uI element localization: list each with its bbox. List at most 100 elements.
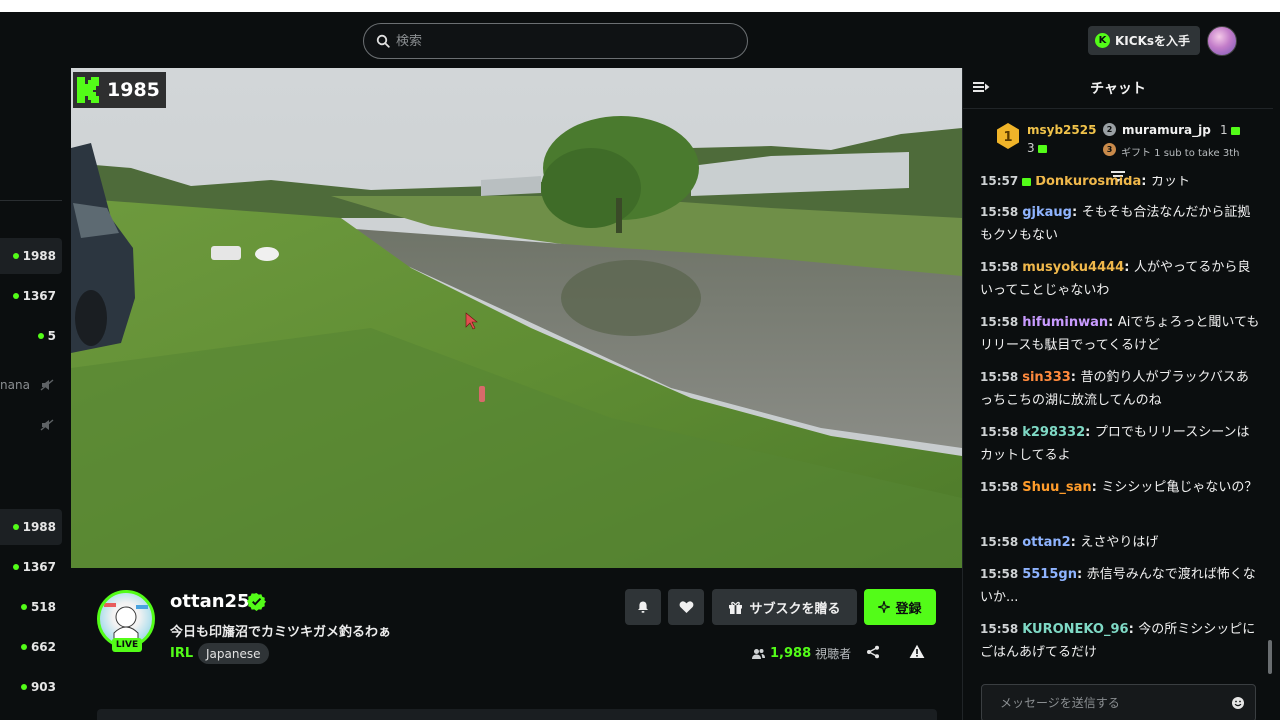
video-player[interactable]: 1985 [71, 68, 962, 568]
sidebar-channel[interactable]: 1367 [0, 278, 62, 314]
chat-message: 15:58 5515gn: 赤信号みんなで渡れば怖くないか... [980, 567, 1256, 605]
language-tag[interactable]: Japanese [198, 643, 269, 664]
verified-icon [247, 592, 266, 611]
follow-button[interactable] [668, 589, 704, 625]
chat-message: 15:58 gjkaug: そもそも合法なんだから証拠もクソもない [980, 205, 1251, 243]
search-input[interactable] [396, 33, 716, 49]
sidebar-viewer-count: 1988 [22, 249, 56, 263]
streamer-name[interactable]: ottan25 [170, 591, 250, 612]
sidebar-channel[interactable]: 1988 [0, 509, 62, 545]
sidebar-viewer-count: 1988 [22, 520, 56, 534]
chat-message-user[interactable]: musyoku4444 [1022, 260, 1124, 275]
browser-top-strip [0, 0, 1280, 12]
sidebar-channel[interactable]: 1988 [0, 238, 62, 274]
chat-message-user[interactable]: sin333 [1022, 370, 1071, 385]
bell-icon [638, 601, 648, 613]
sidebar-channel[interactable]: 5 [0, 318, 62, 354]
chat-message-user[interactable]: Shuu_san [1022, 480, 1091, 495]
chat-scrollbar[interactable] [1268, 640, 1272, 674]
leaderboard-second-count: 1 [1220, 123, 1240, 137]
search-bar[interactable] [363, 23, 748, 59]
collapse-chat-icon[interactable] [973, 80, 990, 94]
chat-message-partial: 15:57 Donkurosmida: カット [980, 176, 1190, 189]
leaderboard-first-count: 3 [1027, 141, 1047, 155]
leaderboard-third-text[interactable]: ギフト 1 sub to take 3th [1121, 144, 1239, 159]
chat-panel: チャット 1 msyb2525 3 2 muramura_jp 1 3 ギフト … [962, 68, 1273, 720]
sidebar-channel[interactable]: 903 [0, 669, 62, 705]
sidebar-channel[interactable]: 518 [0, 589, 62, 625]
chat-message-user[interactable]: 5515gn [1022, 567, 1077, 582]
live-dot-icon [20, 604, 27, 610]
category-link[interactable]: IRL [170, 646, 193, 661]
notification-button[interactable] [625, 589, 661, 625]
chat-message-time: 15:58 [980, 315, 1019, 329]
sidebar-truncated-name: nana [0, 378, 30, 392]
svg-text:1: 1 [1003, 130, 1012, 145]
gift-mini-icon [1037, 144, 1047, 153]
live-dot-icon [12, 253, 19, 259]
sidebar-viewer-count: 1367 [22, 560, 56, 574]
stream-overlay-count: 1985 [107, 79, 160, 101]
stream-title: 今日も印旛沼でカミツキガメ釣るわぁ [170, 625, 392, 640]
chat-message-time: 15:58 [980, 622, 1019, 636]
heart-icon [679, 601, 693, 613]
muted-icon[interactable] [40, 379, 54, 391]
search-icon [376, 34, 390, 48]
sidebar-divider [0, 200, 62, 201]
chat-input-box[interactable] [981, 684, 1256, 720]
kick-logo-icon [77, 77, 99, 103]
rank-two-icon: 2 [1103, 123, 1116, 136]
live-dot-icon [12, 524, 19, 530]
emoji-icon[interactable] [1231, 696, 1245, 710]
sidebar-channel[interactable]: 1367 [0, 549, 62, 585]
chat-message-text: 昔の釣り人がブラックバスあっちこちの湖に放流してんのね [980, 370, 1249, 408]
chat-header: チャット [963, 68, 1273, 109]
chat-message-user[interactable]: KURONEKO_96 [1022, 622, 1128, 637]
chat-message-text: プロでもリリースシーンはカットしてるよ [980, 425, 1250, 463]
leaderboard-second-name[interactable]: muramura_jp [1122, 123, 1211, 137]
chat-message-user[interactable]: ottan2 [1022, 535, 1070, 550]
live-dot-icon [12, 564, 19, 570]
subscribe-button[interactable]: 登録 [864, 589, 936, 625]
chat-message-user[interactable]: gjkaug [1022, 205, 1072, 220]
gift-icon [729, 601, 743, 614]
chat-message-text: そもそも合法なんだから証拠もクソもない [980, 205, 1251, 243]
chat-message-time: 15:58 [980, 425, 1019, 439]
viewer-count: 1,988 視聴者 [752, 645, 851, 662]
chat-message: 15:58 KURONEKO_96: 今の所ミシシッピにごはんあげてるだけ [980, 622, 1256, 660]
get-kicks-label: KICKsを入手 [1115, 34, 1191, 48]
leaderboard-first-name[interactable]: msyb2525 [1027, 123, 1096, 137]
muted-icon[interactable] [40, 419, 54, 431]
chat-message-time: 15:58 [980, 535, 1019, 549]
chat-message: 15:58 musyoku4444: 人がやってるから良いってことじゃないわ [980, 260, 1251, 298]
gift-sub-label: サブスクを贈る [749, 601, 841, 617]
chat-message-input[interactable] [1000, 696, 1231, 710]
users-icon [752, 648, 765, 659]
live-dot-icon [37, 333, 44, 339]
stream-overlay-badge: 1985 [73, 72, 166, 108]
badge-icon [1022, 177, 1032, 186]
video-frame [71, 68, 962, 568]
live-dot-icon [20, 644, 27, 650]
chat-message-text: えさやりはげ [1080, 535, 1159, 550]
chat-message: 15:58 k298332: プロでもリリースシーンはカットしてるよ [980, 425, 1250, 463]
get-kicks-button[interactable]: K KICKsを入手 [1088, 26, 1200, 55]
user-avatar[interactable] [1207, 26, 1237, 56]
chat-message-user[interactable]: k298332 [1022, 425, 1085, 440]
viewer-count-number: 1,988 [770, 646, 812, 661]
chat-message-user[interactable]: hifuminwan [1022, 315, 1108, 330]
share-icon[interactable] [866, 645, 880, 659]
warning-icon[interactable] [909, 644, 925, 659]
chat-message-time: 15:58 [980, 205, 1019, 219]
sidebar-viewer-count: 5 [47, 329, 56, 343]
chat-message-time: 15:58 [980, 480, 1019, 494]
gift-sub-button[interactable]: サブスクを贈る [712, 589, 857, 625]
sidebar-viewer-count: 903 [30, 680, 56, 694]
chat-message-time: 15:58 [980, 370, 1019, 384]
chat-title: チャット [1090, 81, 1146, 97]
chat-messages: 15:57 Donkurosmida: カット 15:58 gjkaug: そもそも… [963, 176, 1273, 676]
chat-message: 15:58 ottan2: えさやりはげ [980, 535, 1159, 550]
live-dot-icon [12, 293, 19, 299]
sidebar-channel[interactable]: 662 [0, 629, 62, 665]
viewer-count-label: 視聴者 [815, 647, 852, 661]
